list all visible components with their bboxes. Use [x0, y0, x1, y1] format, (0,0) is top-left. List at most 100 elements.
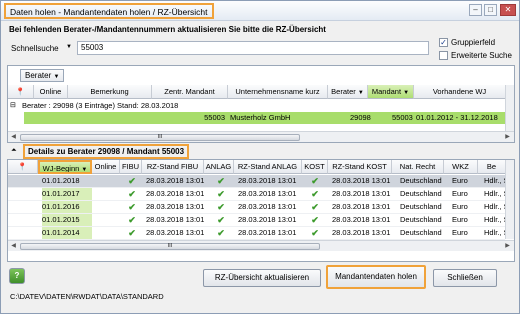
vertical-scrollbar[interactable] — [505, 85, 514, 131]
quicksearch-dropdown-icon[interactable]: ▼ — [66, 44, 72, 50]
col-online[interactable]: Online — [34, 85, 68, 99]
cell-be: Hdlr., S — [484, 228, 506, 237]
col-fibu[interactable]: FIBU — [120, 160, 142, 174]
cell-rz-stand-anlag: 28.03.2018 13:01 — [238, 202, 297, 211]
col-wj-beginn-label: WJ-Beginn — [42, 164, 80, 173]
quicksearch-label: Schnellsuche — [11, 44, 59, 53]
cell-rz-stand-anlag: 28.03.2018 13:01 — [238, 189, 297, 198]
minimize-button[interactable]: – — [469, 4, 482, 16]
cell-rz-stand-kost: 28.03.2018 13:01 — [332, 202, 391, 211]
details-collapse-icon[interactable]: ⏶ — [11, 147, 17, 155]
table-row[interactable]: 55003 Musterholz GmbH 29098 55003 01.01.… — [24, 112, 506, 124]
cell-rz-stand-fibu: 28.03.2018 13:01 — [146, 202, 204, 211]
sort-icon: ▼ — [403, 90, 410, 96]
cell-berater: 29098 — [350, 113, 371, 122]
scroll-right-icon[interactable]: ▶ — [502, 132, 513, 142]
col-kost[interactable]: KOST — [302, 160, 328, 174]
cell-rz-stand-kost: 28.03.2018 13:01 — [332, 189, 391, 198]
col-online[interactable]: Online — [92, 160, 120, 174]
scroll-left-icon[interactable]: ◀ — [8, 241, 19, 251]
quicksearch-input[interactable]: 55003 — [77, 41, 429, 55]
cell-wj: 01.01.2012 - 31.12.2018 — [416, 113, 498, 122]
group-tab-berater[interactable]: Berater ▼ — [20, 69, 65, 82]
scroll-thumb[interactable]: III — [20, 243, 320, 250]
fetch-client-data-button[interactable]: Mandantendaten holen — [326, 265, 426, 289]
cell-wkz: Euro — [452, 176, 468, 185]
table-row[interactable]: 01.01.2015 ✔ 28.03.2018 13:01 ✔ 28.03.2018 1… — [8, 214, 506, 227]
table-row[interactable]: 01.01.2014 ✔ 28.03.2018 13:01 ✔ 28.03.2018 1… — [8, 227, 506, 240]
col-bemerkung[interactable]: Bemerkung — [68, 85, 152, 99]
col-mandant-label: Mandant — [371, 87, 402, 96]
col-rz-stand-fibu[interactable]: RZ-Stand FIBU — [142, 160, 204, 174]
cell-rz-stand-kost: 28.03.2018 13:01 — [332, 215, 391, 224]
cell-wkz: Euro — [452, 215, 468, 224]
cell-nat-recht: Deutschland — [400, 228, 442, 237]
gruppierfeld-checkbox[interactable]: ✓ — [439, 38, 448, 47]
erweiterte-suche-label: Erweiterte Suche — [451, 51, 512, 60]
cell-wj-beginn: 01.01.2018 — [42, 176, 80, 185]
cell-be: Hdlr., S — [484, 189, 506, 198]
cell-wkz: Euro — [452, 228, 468, 237]
scroll-left-icon[interactable]: ◀ — [8, 132, 19, 142]
col-zentr-mandant[interactable]: Zentr. Mandant — [152, 85, 228, 99]
cell-wkz: Euro — [452, 189, 468, 198]
cell-wj-beginn: 01.01.2014 — [42, 227, 92, 239]
cell-rz-stand-anlag: 28.03.2018 13:01 — [238, 176, 297, 185]
cell-wkz: Euro — [452, 202, 468, 211]
pin-column-header[interactable]: 📍 — [8, 85, 34, 99]
scroll-thumb[interactable]: III — [20, 134, 300, 141]
cell-rz-stand-anlag: 28.03.2018 13:01 — [238, 215, 297, 224]
cell-mandant: 55003 — [392, 113, 413, 122]
horizontal-scrollbar[interactable]: ◀ III ▶ — [8, 240, 514, 251]
cell-rz-stand-fibu: 28.03.2018 13:01 — [146, 176, 204, 185]
table-row[interactable]: 01.01.2016 ✔ 28.03.2018 13:01 ✔ 28.03.2018 1… — [8, 201, 506, 214]
gruppierfeld-label: Gruppierfeld — [451, 38, 496, 47]
horizontal-scrollbar[interactable]: ◀ III ▶ — [8, 131, 514, 142]
cell-rz-stand-anlag: 28.03.2018 13:01 — [238, 228, 297, 237]
cell-fibu-check: ✔ — [128, 228, 136, 238]
col-wkz[interactable]: WKZ — [444, 160, 478, 174]
cell-fibu-check: ✔ — [128, 215, 136, 225]
group-tab-label: Berater — [25, 71, 52, 80]
data-path: C:\DATEV\DATEN\RWDAT\DATA\STANDARD — [10, 292, 164, 301]
dialog-window: Daten holen - Mandantendaten holen / RZ-… — [0, 0, 520, 314]
col-rz-stand-anlag[interactable]: RZ-Stand ANLAG — [234, 160, 302, 174]
sort-icon: ▼ — [81, 167, 88, 173]
col-mandant[interactable]: Mandant ▼ — [368, 85, 414, 99]
col-rz-stand-kost[interactable]: RZ-Stand KOST — [328, 160, 392, 174]
cell-anlag-check: ✔ — [217, 228, 225, 238]
group-row-label: Berater : 29098 (3 Einträge) Stand: 28.0… — [22, 101, 179, 110]
col-berater[interactable]: Berater ▼ — [328, 85, 368, 99]
scroll-right-icon[interactable]: ▶ — [502, 241, 513, 251]
cell-anlag-check: ✔ — [217, 176, 225, 186]
vertical-scrollbar[interactable] — [505, 160, 514, 239]
help-button[interactable]: ? — [9, 268, 25, 284]
col-be[interactable]: Be — [478, 160, 506, 174]
cell-kost-check: ✔ — [311, 215, 319, 225]
col-unternehmensname[interactable]: Unternehmensname kurz — [228, 85, 328, 99]
pin-column-header[interactable]: 📍 — [8, 160, 38, 174]
cell-rz-stand-kost: 28.03.2018 13:01 — [332, 176, 391, 185]
col-vorhandene-wj[interactable]: Vorhandene WJ — [414, 85, 506, 99]
erweiterte-suche-checkbox[interactable] — [439, 51, 448, 60]
cell-fibu-check: ✔ — [128, 189, 136, 199]
col-anlag[interactable]: ANLAG — [204, 160, 234, 174]
close-button[interactable]: Schließen — [433, 269, 497, 287]
cell-wj-beginn: 01.01.2016 — [42, 201, 92, 213]
cell-rz-stand-fibu: 28.03.2018 13:01 — [146, 189, 204, 198]
cell-nat-recht: Deutschland — [400, 202, 442, 211]
cell-rz-stand-fibu: 28.03.2018 13:01 — [146, 228, 204, 237]
title-bar: Daten holen - Mandantendaten holen / RZ-… — [1, 1, 519, 21]
col-wj-beginn[interactable]: WJ-Beginn ▼ — [38, 160, 92, 174]
cell-be: Hdlr., S — [484, 202, 506, 211]
cell-kost-check: ✔ — [311, 228, 319, 238]
cell-kost-check: ✔ — [311, 202, 319, 212]
close-window-button[interactable]: ✕ — [500, 4, 516, 16]
col-nat-recht[interactable]: Nat. Recht — [392, 160, 444, 174]
table-row[interactable]: 01.01.2018 ✔ 28.03.2018 13:01 ✔ 28.03.2018 1… — [8, 175, 506, 188]
table-row[interactable]: 01.01.2017 ✔ 28.03.2018 13:01 ✔ 28.03.2018 1… — [8, 188, 506, 201]
filter-icon: ▼ — [357, 90, 364, 96]
rz-update-button[interactable]: RZ-Übersicht aktualisieren — [203, 269, 321, 287]
maximize-button[interactable]: □ — [484, 4, 497, 16]
cell-anlag-check: ✔ — [217, 202, 225, 212]
